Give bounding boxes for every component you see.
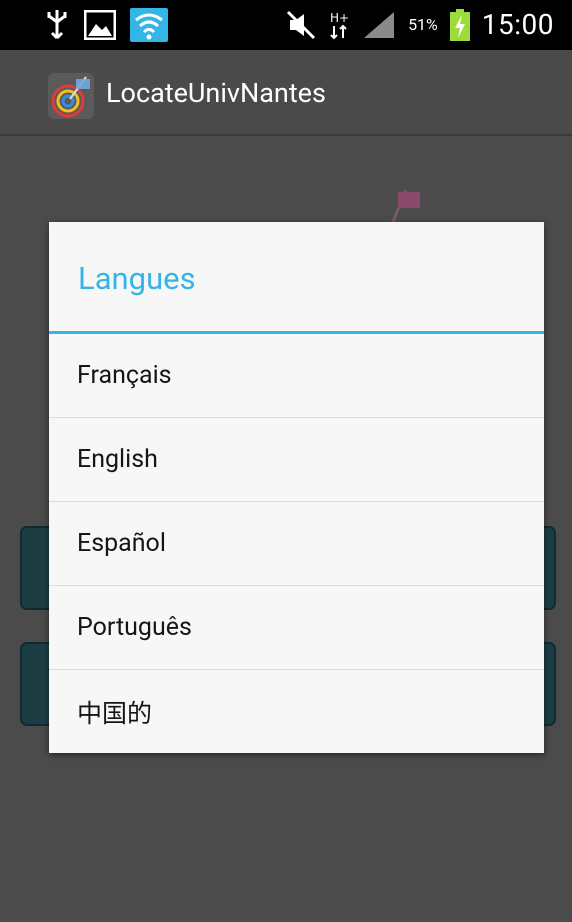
status-bar-right: H+ 51% 15:00 [286, 8, 554, 41]
language-item-french[interactable]: Français [49, 334, 544, 418]
language-label: Español [77, 529, 166, 558]
battery-charging-icon [449, 8, 470, 41]
mute-icon [287, 10, 316, 39]
language-label: Português [77, 613, 192, 642]
language-label: Français [77, 361, 172, 390]
svg-text:H+: H+ [330, 11, 349, 25]
phone-screen: H+ 51% 15:00 LocateUnivNantes Langues Fr… [0, 0, 572, 922]
language-item-chinese[interactable]: 中国的 [49, 670, 544, 754]
language-item-english[interactable]: English [49, 418, 544, 502]
dialog-title: Langues [78, 260, 196, 297]
background-logo-icon [390, 189, 420, 225]
language-item-spanish[interactable]: Español [49, 502, 544, 586]
language-label: English [77, 445, 158, 474]
status-bar: H+ 51% 15:00 [0, 0, 572, 50]
status-time: 15:00 [481, 8, 554, 41]
battery-percent: 51% [408, 15, 438, 34]
action-bar: LocateUnivNantes [0, 50, 572, 136]
wifi-icon [130, 8, 168, 42]
language-dialog: Langues Français English Español Portugu… [49, 222, 544, 753]
language-item-portuguese[interactable]: Português [49, 586, 544, 670]
app-logo-icon [48, 73, 94, 119]
image-icon [84, 10, 116, 40]
signal-icon [364, 11, 395, 38]
status-bar-left [44, 8, 168, 42]
language-label: 中国的 [77, 700, 153, 729]
app-title: LocateUnivNantes [106, 77, 326, 109]
usb-icon [47, 10, 67, 40]
h-plus-data-icon: H+ [330, 11, 349, 39]
